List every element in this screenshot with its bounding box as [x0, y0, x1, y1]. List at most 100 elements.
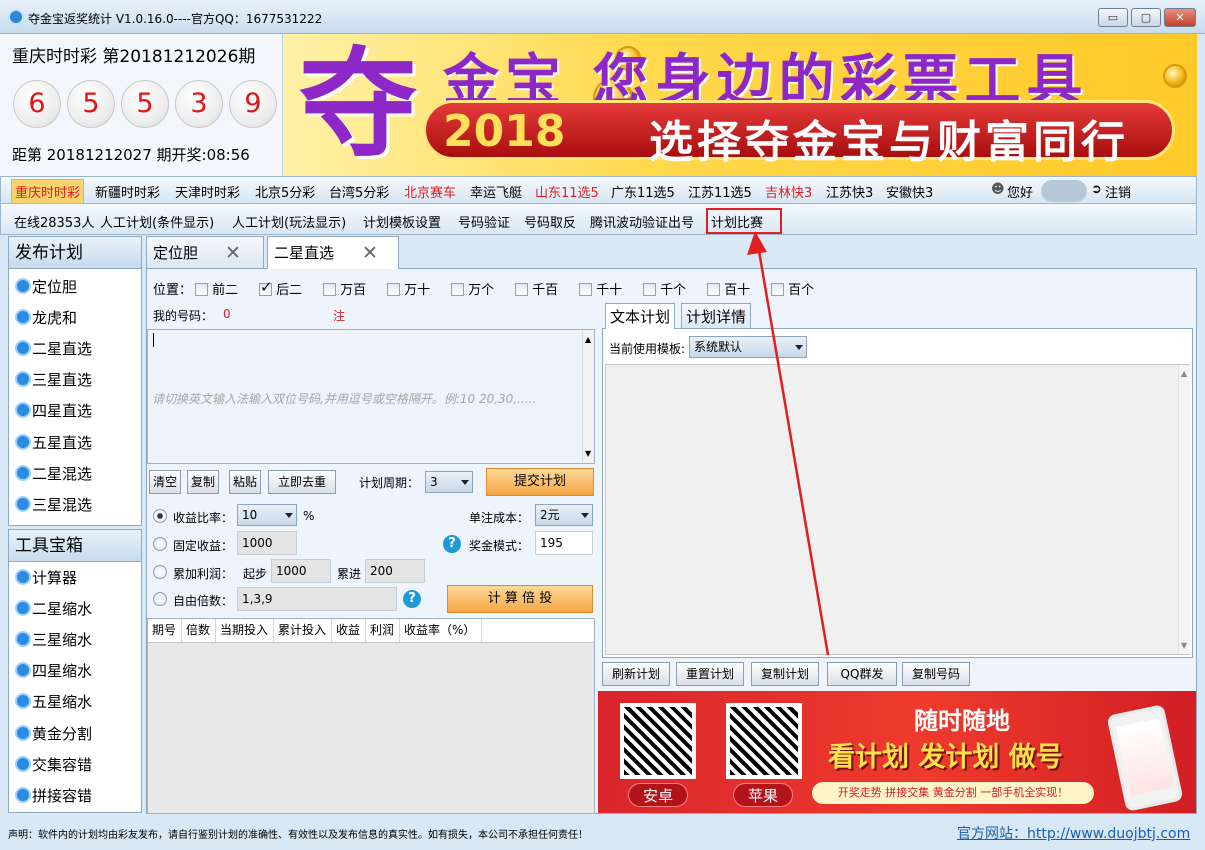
position-wange[interactable]: 万个	[451, 279, 494, 298]
sidebar-item-3x-mixed[interactable]: 三星混选	[15, 494, 92, 516]
start-input[interactable]: 1000	[271, 559, 331, 583]
help-icon[interactable]: ?	[443, 535, 461, 553]
position-qianshi[interactable]: 千十	[579, 279, 622, 298]
sidebar-item-calculator[interactable]: 计算器	[15, 567, 77, 589]
checkbox[interactable]	[771, 283, 784, 296]
sidebar-item-4x-shrink[interactable]: 四星缩水	[15, 660, 92, 682]
sidebar-item-concat[interactable]: 拼接容错	[15, 785, 92, 807]
template-select[interactable]: 系统默认	[689, 336, 807, 358]
logout-link[interactable]: 注销	[1105, 182, 1131, 201]
ratio-select[interactable]: 10	[237, 504, 297, 526]
position-qian2[interactable]: 前二	[195, 279, 238, 298]
lottery-tab-jsk3[interactable]: 江苏快3	[826, 182, 873, 201]
free-input[interactable]: 1,3,9	[237, 587, 397, 611]
checkbox[interactable]: ✓	[259, 278, 273, 296]
minimize-button[interactable]: ▭	[1098, 8, 1128, 27]
scrollbar[interactable]: ▲ ▼	[1178, 365, 1190, 654]
lottery-tab-cqssc[interactable]: 重庆时时彩	[11, 179, 85, 204]
qq-broadcast-button[interactable]: QQ群发	[827, 662, 897, 686]
position-wanbai[interactable]: 万百	[323, 279, 366, 298]
menu-manual-plan-play[interactable]: 人工计划(玩法显示)	[232, 212, 346, 231]
lottery-tab-ahk3[interactable]: 安徽快3	[886, 182, 933, 201]
free-radio[interactable]	[153, 592, 167, 606]
unit-cost-select[interactable]: 2元	[535, 504, 593, 526]
lottery-tab-js115[interactable]: 江苏11选5	[688, 182, 752, 201]
tab-plan-details[interactable]: 计划详情	[681, 303, 752, 329]
checkbox[interactable]	[323, 283, 336, 296]
cumulative-radio[interactable]	[153, 565, 167, 579]
copy-button[interactable]: 复制	[187, 470, 219, 494]
lottery-tab-bjsc[interactable]: 北京赛车	[404, 182, 456, 201]
close-icon[interactable]: ✕	[362, 237, 378, 269]
ratio-radio[interactable]	[153, 509, 167, 523]
tab-dingweidan[interactable]: 定位胆 ✕	[146, 236, 264, 268]
sidebar-item-longhuhe[interactable]: 龙虎和	[15, 307, 77, 329]
checkbox[interactable]	[579, 283, 592, 296]
position-qiange[interactable]: 千个	[643, 279, 686, 298]
close-icon[interactable]: ✕	[225, 237, 241, 269]
submit-plan-button[interactable]: 提交计划	[486, 468, 594, 496]
lottery-tab-tjssc[interactable]: 天津时时彩	[175, 182, 240, 201]
sidebar-item-5x-direct[interactable]: 五星直选	[15, 432, 92, 454]
checkbox[interactable]	[387, 283, 400, 296]
position-baige[interactable]: 百个	[771, 279, 814, 298]
position-baishi[interactable]: 百十	[707, 279, 750, 298]
menu-number-verify[interactable]: 号码验证	[458, 212, 510, 231]
sidebar-item-dingweidan[interactable]: 定位胆	[15, 276, 77, 298]
website-link[interactable]: 官方网站：http://www.duojbtj.com	[957, 823, 1190, 843]
lottery-tab-bj5[interactable]: 北京5分彩	[255, 182, 315, 201]
sidebar-item-4x-direct[interactable]: 四星直选	[15, 400, 92, 422]
clear-button[interactable]: 清空	[149, 470, 181, 494]
tab-text-plan[interactable]: 文本计划	[605, 303, 676, 329]
lottery-tab-tw5[interactable]: 台湾5分彩	[329, 182, 389, 201]
position-hou2[interactable]: ✓ 后二	[259, 278, 302, 298]
sidebar-item-2x-direct[interactable]: 二星直选	[15, 338, 92, 360]
logout-icon[interactable]: ➲	[1091, 182, 1102, 197]
sidebar-item-5x-shrink[interactable]: 五星缩水	[15, 691, 92, 713]
checkbox[interactable]	[515, 283, 528, 296]
checkbox[interactable]	[707, 283, 720, 296]
sidebar-item-3x-shrink[interactable]: 三星缩水	[15, 629, 92, 651]
fixed-radio[interactable]	[153, 537, 167, 551]
reset-plan-button[interactable]: 重置计划	[676, 662, 744, 686]
menu-template-settings[interactable]: 计划模板设置	[363, 212, 441, 231]
close-button[interactable]: ✕	[1164, 8, 1196, 27]
help-icon[interactable]: ?	[403, 590, 421, 608]
period-select[interactable]: 3	[425, 471, 473, 493]
checkbox[interactable]	[643, 283, 656, 296]
plan-text-area[interactable]: ▲ ▼	[605, 364, 1190, 655]
position-qianbai[interactable]: 千百	[515, 279, 558, 298]
refresh-plan-button[interactable]: 刷新计划	[602, 662, 670, 686]
lottery-tab-xyft[interactable]: 幸运飞艇	[470, 182, 522, 201]
copy-plan-button[interactable]: 复制计划	[751, 662, 819, 686]
lottery-tab-sd115[interactable]: 山东11选5	[535, 182, 599, 201]
sidebar-item-3x-direct[interactable]: 三星直选	[15, 369, 92, 391]
top-banner[interactable]: 金宝 您身边的彩票工具 2018 选择夺金宝与财富同行 夺	[283, 34, 1197, 176]
fixed-input[interactable]: 1000	[237, 531, 297, 555]
copy-numbers-button[interactable]: 复制号码	[902, 662, 970, 686]
checkbox[interactable]	[451, 283, 464, 296]
scroll-down-icon[interactable]: ▼	[585, 449, 591, 458]
sidebar-item-2x-mixed[interactable]: 二星混选	[15, 463, 92, 485]
tab-2x-direct[interactable]: 二星直选 ✕	[267, 236, 399, 269]
number-input[interactable]: 请切换英文输入法输入双位号码,并用逗号或空格隔开。例:10 20,30,....…	[147, 329, 595, 464]
lottery-tab-gd115[interactable]: 广东11选5	[611, 182, 675, 201]
menu-tencent-verify[interactable]: 腾讯波动验证出号	[590, 212, 694, 231]
lottery-tab-jlk3[interactable]: 吉林快3	[765, 182, 812, 201]
maximize-button[interactable]: ▢	[1131, 8, 1161, 27]
app-ad-banner[interactable]: 安卓 苹果 随时随地 看计划 发计划 做号 开奖走势 拼接交集 黄金分割 一部手…	[598, 691, 1196, 813]
sidebar-item-2x-shrink[interactable]: 二星缩水	[15, 598, 92, 620]
scroll-down-icon[interactable]: ▼	[1181, 641, 1187, 650]
checkbox[interactable]	[195, 283, 208, 296]
menu-number-invert[interactable]: 号码取反	[524, 212, 576, 231]
lottery-tab-xjssc[interactable]: 新疆时时彩	[95, 182, 160, 201]
dedupe-button[interactable]: 立即去重	[268, 470, 336, 494]
calc-button[interactable]: 计 算 倍 投	[447, 585, 593, 613]
menu-manual-plan-condition[interactable]: 人工计划(条件显示)	[100, 212, 214, 231]
prize-input[interactable]: 195	[535, 531, 593, 555]
scroll-up-icon[interactable]: ▲	[585, 335, 591, 344]
position-wanshi[interactable]: 万十	[387, 279, 430, 298]
step-input[interactable]: 200	[365, 559, 425, 583]
sidebar-item-golden-split[interactable]: 黄金分割	[15, 723, 92, 745]
paste-button[interactable]: 粘贴	[229, 470, 261, 494]
